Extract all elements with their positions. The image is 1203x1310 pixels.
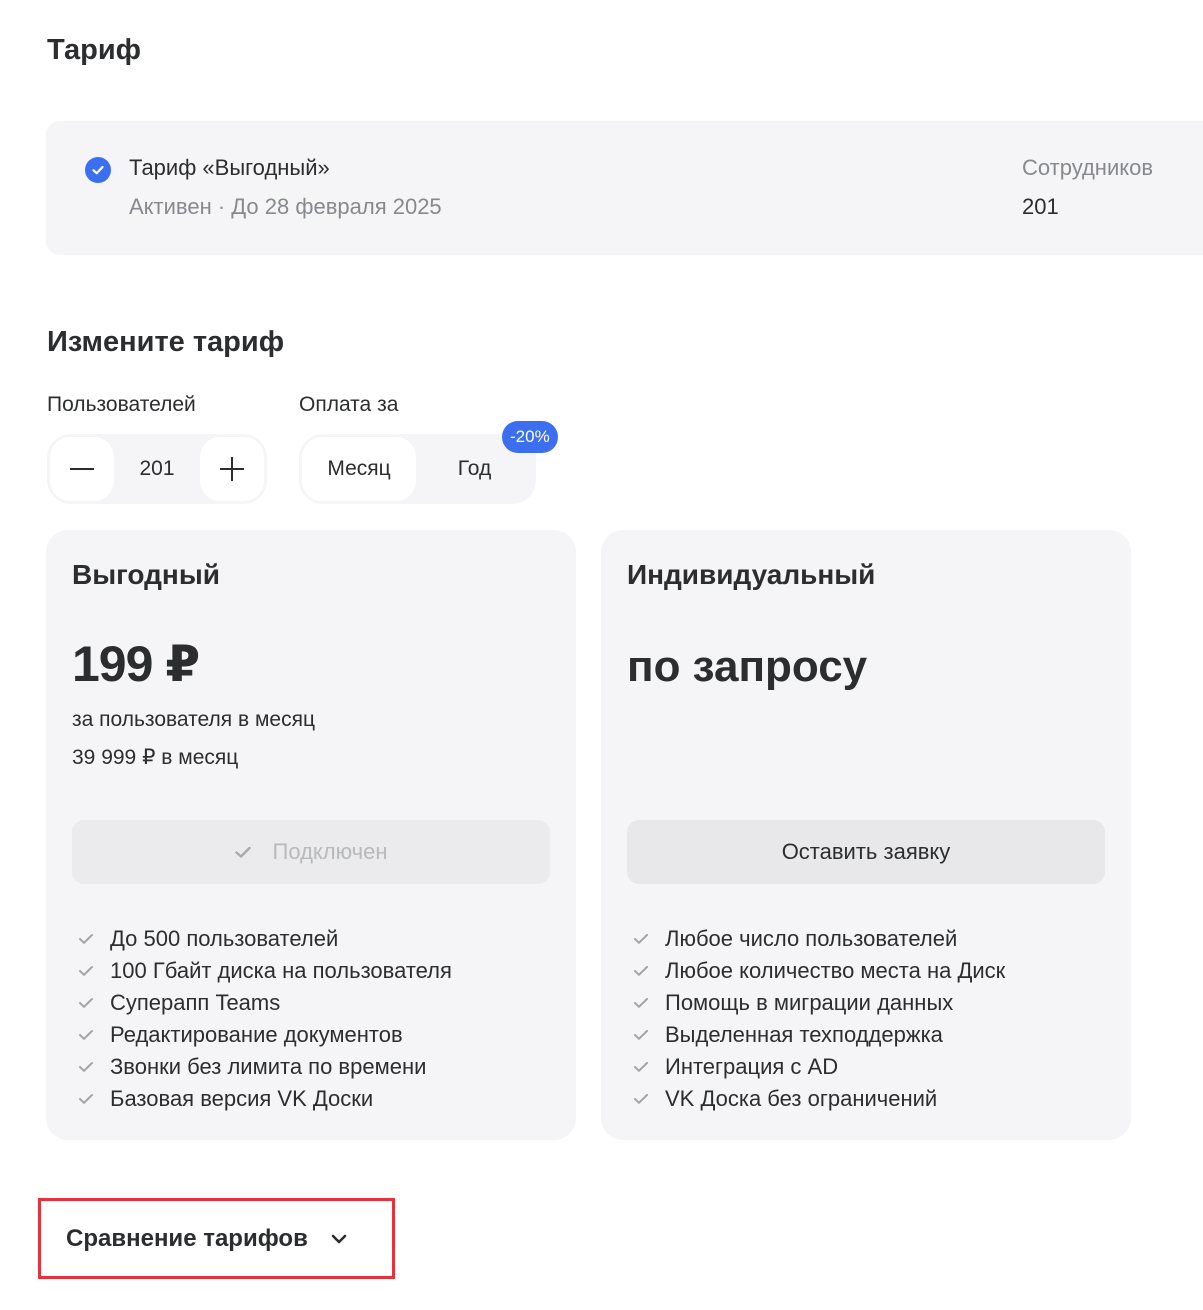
check-circle-icon: [85, 157, 111, 183]
feature-text: Интеграция с AD: [665, 1054, 839, 1079]
compare-plans-toggle[interactable]: Сравнение тарифов: [38, 1198, 395, 1279]
employees-label: Сотрудников: [1022, 155, 1154, 180]
check-icon: [78, 933, 96, 945]
feature-text: Выделенная техподдержка: [665, 1022, 943, 1047]
feature-item: Звонки без лимита по времени: [78, 1051, 452, 1083]
check-icon: [78, 965, 96, 977]
users-label: Пользователей: [47, 393, 196, 416]
feature-text: До 500 пользователей: [110, 926, 339, 951]
feature-text: Суперапп Teams: [110, 990, 281, 1015]
payment-period-toggle: Месяц Год: [299, 434, 536, 504]
check-icon: [633, 997, 651, 1009]
feature-text: Любое число пользователей: [665, 926, 958, 951]
feature-item: Любое количество места на Диск: [633, 955, 1005, 987]
feature-text: VK Доска без ограничений: [665, 1086, 938, 1111]
decrement-button[interactable]: [50, 437, 114, 501]
feature-item: 100 Гбайт диска на пользователя: [78, 955, 452, 987]
feature-item: Выделенная техподдержка: [633, 1019, 1005, 1051]
plus-icon: [219, 456, 245, 482]
feature-item: Суперапп Teams: [78, 987, 452, 1019]
feature-text: Помощь в миграции данных: [665, 990, 954, 1015]
minus-icon: [69, 456, 95, 482]
check-icon: [633, 933, 651, 945]
check-icon: [633, 965, 651, 977]
feature-item: До 500 пользователей: [78, 923, 452, 955]
feature-item: Интеграция с AD: [633, 1051, 1005, 1083]
check-icon: [78, 1061, 96, 1073]
request-button[interactable]: Оставить заявку: [627, 820, 1105, 884]
tariff-page: Тариф Тариф «Выгодный» Активен · До 28 ф…: [0, 0, 1203, 1310]
feature-text: Звонки без лимита по времени: [110, 1054, 427, 1079]
change-plan-title: Измените тариф: [47, 326, 285, 358]
check-icon: [633, 1029, 651, 1041]
plan-name: Индивидуальный: [627, 559, 876, 590]
feature-item: Редактирование документов: [78, 1019, 452, 1051]
current-plan-status: Активен · До 28 февраля 2025: [129, 194, 442, 219]
check-icon: [78, 1093, 96, 1105]
check-icon: [633, 1061, 651, 1073]
employees-value: 201: [1022, 194, 1059, 219]
feature-item: Любое число пользователей: [633, 923, 1005, 955]
feature-text: Базовая версия VK Доски: [110, 1086, 374, 1111]
feature-item: VK Доска без ограничений: [633, 1083, 1005, 1115]
plan-features-list: До 500 пользователей 100 Гбайт диска на …: [78, 923, 452, 1115]
users-count-input[interactable]: 201: [114, 434, 200, 504]
chevron-down-icon: [330, 1233, 348, 1245]
users-stepper: 201: [47, 434, 267, 504]
period-month-option[interactable]: Месяц: [302, 437, 416, 501]
connected-button-label: Подключен: [272, 839, 388, 864]
feature-text: Редактирование документов: [110, 1022, 403, 1047]
discount-badge: -20%: [502, 421, 558, 453]
connected-button[interactable]: Подключен: [72, 820, 550, 884]
plan-features-list: Любое число пользователей Любое количест…: [633, 923, 1005, 1115]
plan-price-per-user: за пользователя в месяц: [72, 708, 315, 731]
feature-text: Любое количество места на Диск: [665, 958, 1006, 983]
check-icon: [78, 997, 96, 1009]
check-icon: [78, 1029, 96, 1041]
feature-item: Базовая версия VK Доски: [78, 1083, 452, 1115]
plan-card-individual: Индивидуальный по запросу Оставить заявк…: [601, 530, 1131, 1140]
check-icon: [633, 1093, 651, 1105]
current-plan-name: Тариф «Выгодный»: [129, 155, 330, 180]
page-title: Тариф: [47, 34, 142, 66]
feature-text: 100 Гбайт диска на пользователя: [110, 958, 452, 983]
current-plan-panel: Тариф «Выгодный» Активен · До 28 февраля…: [46, 121, 1203, 255]
check-icon: [234, 846, 251, 859]
increment-button[interactable]: [200, 437, 264, 501]
payment-period-label: Оплата за: [299, 393, 399, 416]
feature-item: Помощь в миграции данных: [633, 987, 1005, 1019]
plan-price-total: 39 999 ₽ в месяц: [72, 746, 239, 769]
compare-plans-label: Сравнение тарифов: [66, 1224, 308, 1252]
plan-name: Выгодный: [72, 559, 220, 590]
plan-price: по запросу: [627, 642, 868, 691]
plan-card-vygodny: Выгодный 199 ₽ за пользователя в месяц 3…: [46, 530, 576, 1140]
plan-price: 199 ₽: [72, 636, 200, 692]
